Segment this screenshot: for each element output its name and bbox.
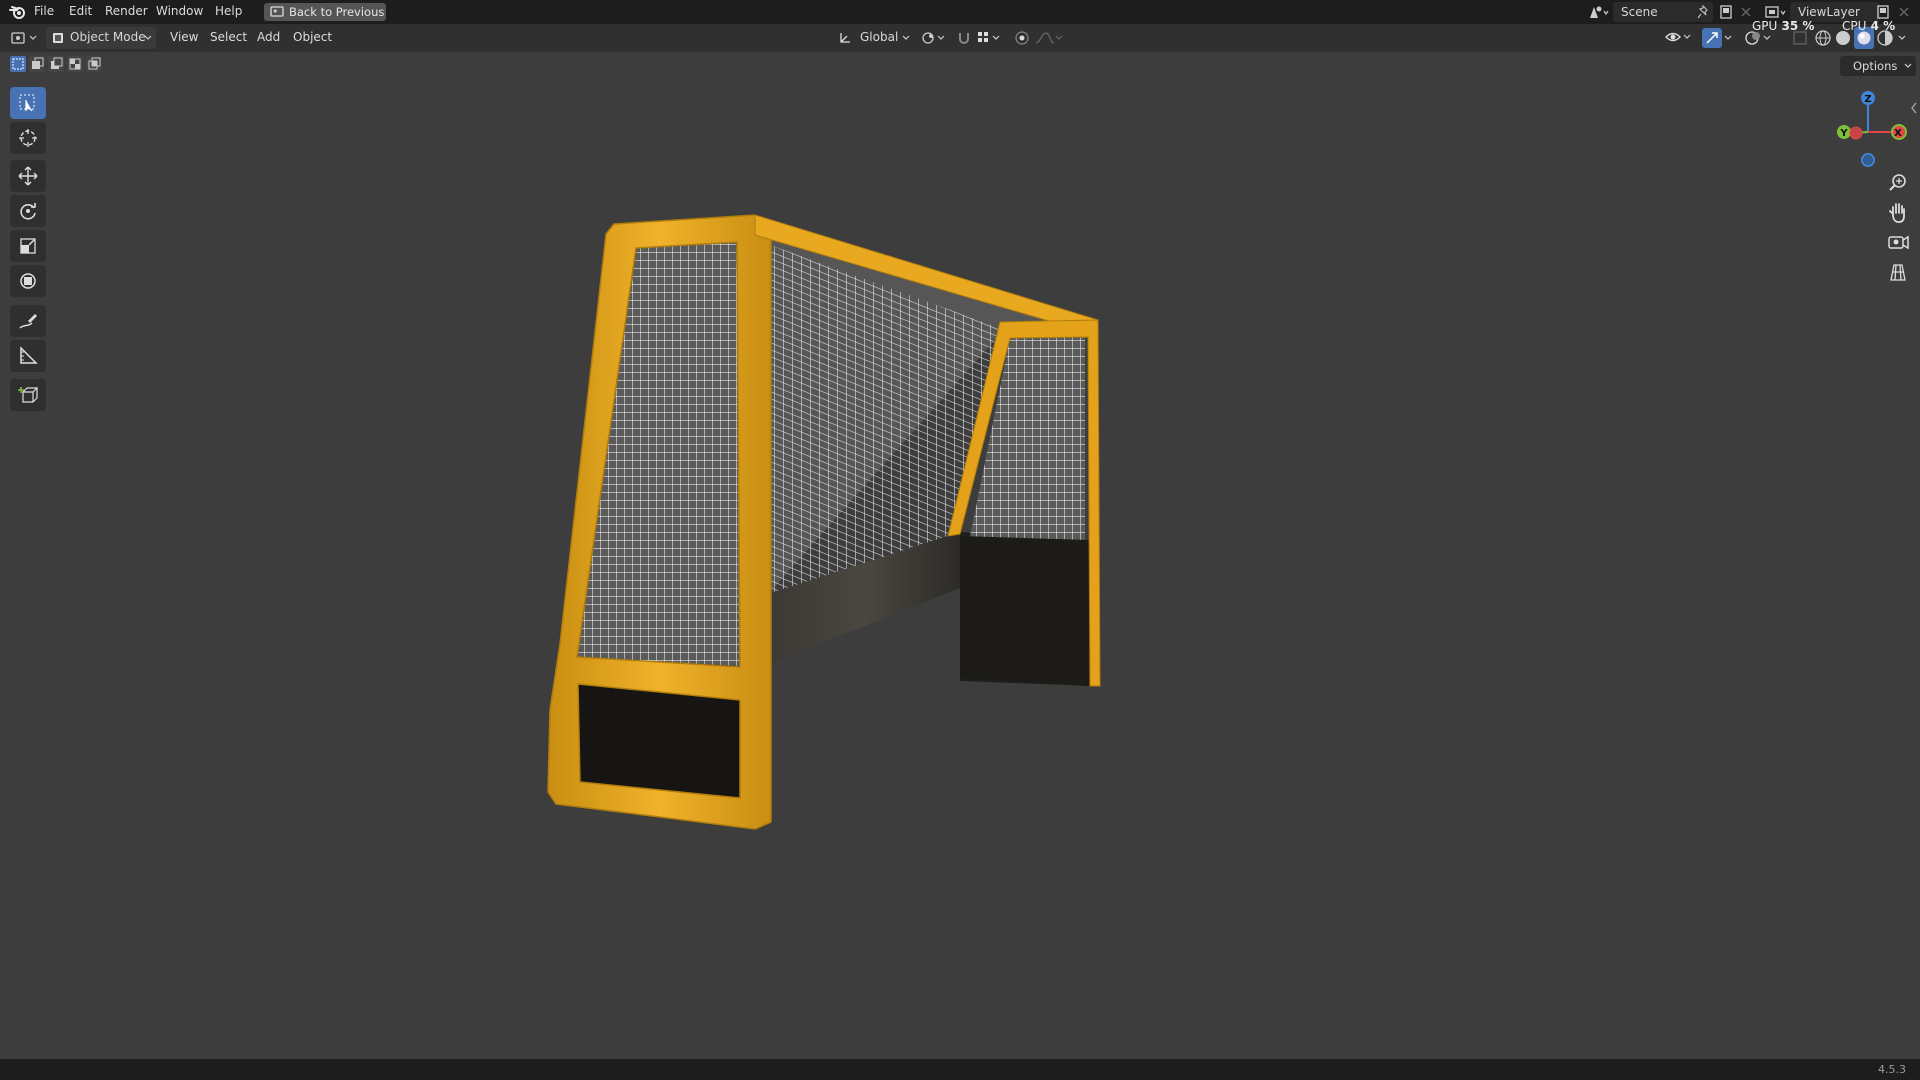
menu-edit[interactable]: Edit xyxy=(69,4,92,18)
gpu-value: 35 % xyxy=(1781,19,1815,33)
header-menu-select[interactable]: Select xyxy=(210,30,247,44)
menu-file[interactable]: File xyxy=(34,4,54,18)
chevron-down-icon xyxy=(902,35,910,40)
gizmo-toggle-icon[interactable] xyxy=(1702,28,1722,48)
goal-left-opening xyxy=(578,684,740,798)
pin-icon[interactable] xyxy=(1697,5,1709,19)
header-menu-add[interactable]: Add xyxy=(257,30,280,44)
delete-view-layer-icon[interactable] xyxy=(1898,6,1910,18)
goal-right-panel xyxy=(960,536,1088,686)
shading-wireframe-icon[interactable] xyxy=(1814,28,1832,48)
snap-toggle-icon[interactable] xyxy=(956,30,972,46)
back-to-previous-button[interactable]: Back to Previous xyxy=(264,3,386,21)
proportional-editing-icon[interactable] xyxy=(1014,30,1030,46)
new-scene-icon[interactable] xyxy=(1718,4,1734,20)
status-bar: 4.5.3 xyxy=(0,1059,1920,1080)
menu-window[interactable]: Window xyxy=(156,4,203,18)
scene-selector[interactable]: Scene xyxy=(1613,2,1713,22)
top-menu-bar: File Edit Render Window Help Back to Pre… xyxy=(0,0,1920,24)
header-menu-object[interactable]: Object xyxy=(293,30,332,44)
back-to-previous-label: Back to Previous xyxy=(289,5,385,19)
viewport-header: Object Mode View Select Add Object Globa… xyxy=(0,19,1920,52)
cpu-value: 4 % xyxy=(1870,19,1896,33)
gpu-stat: GPU 35 % xyxy=(1752,19,1814,33)
object-mode-icon xyxy=(53,33,63,43)
editor-type-icon[interactable] xyxy=(10,30,40,46)
menu-help[interactable]: Help xyxy=(215,4,242,18)
delete-scene-icon[interactable] xyxy=(1740,6,1752,18)
gpu-label: GPU xyxy=(1752,19,1778,33)
cpu-stat: CPU 4 % xyxy=(1842,19,1895,33)
version-label: 4.5.3 xyxy=(1878,1063,1906,1076)
cpu-label: CPU xyxy=(1842,19,1867,33)
falloff-curve-icon[interactable] xyxy=(1034,30,1064,46)
mode-dropdown[interactable]: Object Mode xyxy=(46,27,156,49)
orientation-label: Global xyxy=(860,30,899,44)
snap-increment-icon[interactable] xyxy=(976,30,1004,46)
visibility-icon[interactable] xyxy=(1664,29,1694,45)
chevron-down-icon xyxy=(144,35,152,40)
mode-label: Object Mode xyxy=(70,30,146,44)
menu-render[interactable]: Render xyxy=(105,4,148,18)
view-layer-name: ViewLayer xyxy=(1798,5,1860,19)
orientation-axes-icon xyxy=(840,33,850,43)
transform-orientation-dropdown[interactable]: Global xyxy=(836,27,914,49)
scene-name: Scene xyxy=(1621,5,1658,19)
pivot-point-icon[interactable] xyxy=(920,30,948,46)
new-view-layer-icon[interactable] xyxy=(1875,4,1891,20)
header-menu-view[interactable]: View xyxy=(170,30,198,44)
hockey-goal-render[interactable] xyxy=(0,52,1920,1059)
scene-type-icon[interactable] xyxy=(1588,4,1610,20)
blender-logo-icon[interactable] xyxy=(9,4,27,20)
chevron-down-icon[interactable] xyxy=(1724,35,1732,41)
3d-viewport[interactable]: Options Z X Y xyxy=(0,52,1920,1059)
chevron-down-icon[interactable] xyxy=(1898,35,1906,41)
back-screen-icon xyxy=(270,6,284,17)
view-layer-icon[interactable] xyxy=(1764,4,1788,20)
